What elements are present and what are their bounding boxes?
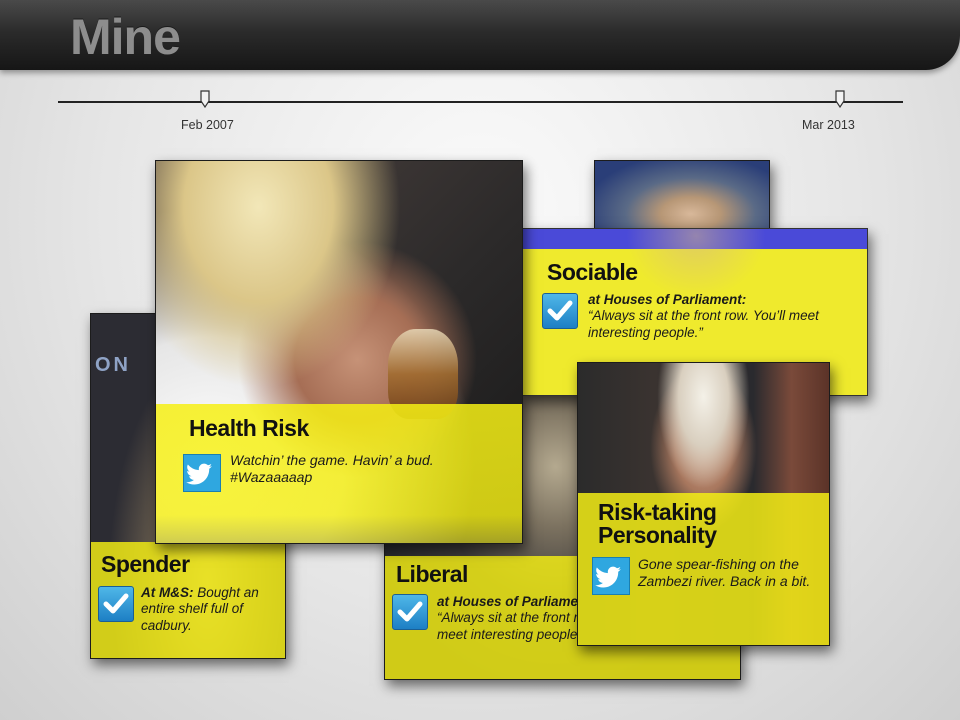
twitter-bird-icon [592, 557, 630, 595]
card-checkin-text: At M&S: Bought an entire shelf full of c… [141, 585, 281, 634]
card-risk-taking[interactable]: Risk-taking Personality Gone spear-fishi… [577, 362, 830, 646]
card-title: Risk-taking Personality [598, 501, 717, 546]
card-venue: At M&S: [141, 585, 194, 600]
timeline-start-handle[interactable] [200, 90, 210, 108]
foursquare-check-icon [542, 293, 578, 329]
foursquare-check-icon [392, 594, 428, 630]
card-venue: at Houses of Parliament: [437, 594, 587, 609]
timeline-start-label: Feb 2007 [181, 118, 234, 132]
page-title: Mine [70, 9, 181, 65]
card-title: Liberal [396, 561, 468, 587]
header-bar: Mine [0, 0, 960, 70]
timeline-end-label: Mar 2013 [802, 118, 855, 132]
card-title-line: Risk-taking [598, 499, 717, 525]
background-sign-decoration: ON [95, 354, 131, 376]
card-tweet-text: Watchin’ the game. Havin’ a bud. #Wazaaa… [230, 452, 434, 486]
card-message: “Always sit at the front row. You’ll mee… [437, 610, 587, 642]
card-venue: at Houses of Parliament: [588, 292, 747, 307]
foursquare-check-icon [98, 586, 134, 622]
portrait-overlay [626, 229, 766, 299]
timeline-track[interactable] [58, 101, 903, 103]
card-health-risk[interactable]: Health Risk Watchin’ the game. Havin’ a … [155, 160, 523, 544]
card-title: Spender [101, 551, 190, 577]
card-message: “Always sit at the front row. You’ll mee… [588, 308, 819, 340]
timeline-end-handle[interactable] [835, 90, 845, 108]
card-title-line: Personality [598, 521, 717, 548]
twitter-bird-icon [183, 454, 221, 492]
card-title: Sociable [547, 259, 638, 285]
card-tweet-text: Gone spear-fishing on the Zambezi river.… [638, 556, 811, 590]
card-checkin-text: at Houses of Parliament: “Always sit at … [588, 292, 828, 341]
card-title: Health Risk [189, 415, 309, 441]
card-checkin-text: at Houses of Parliament: “Always sit at … [437, 594, 587, 643]
